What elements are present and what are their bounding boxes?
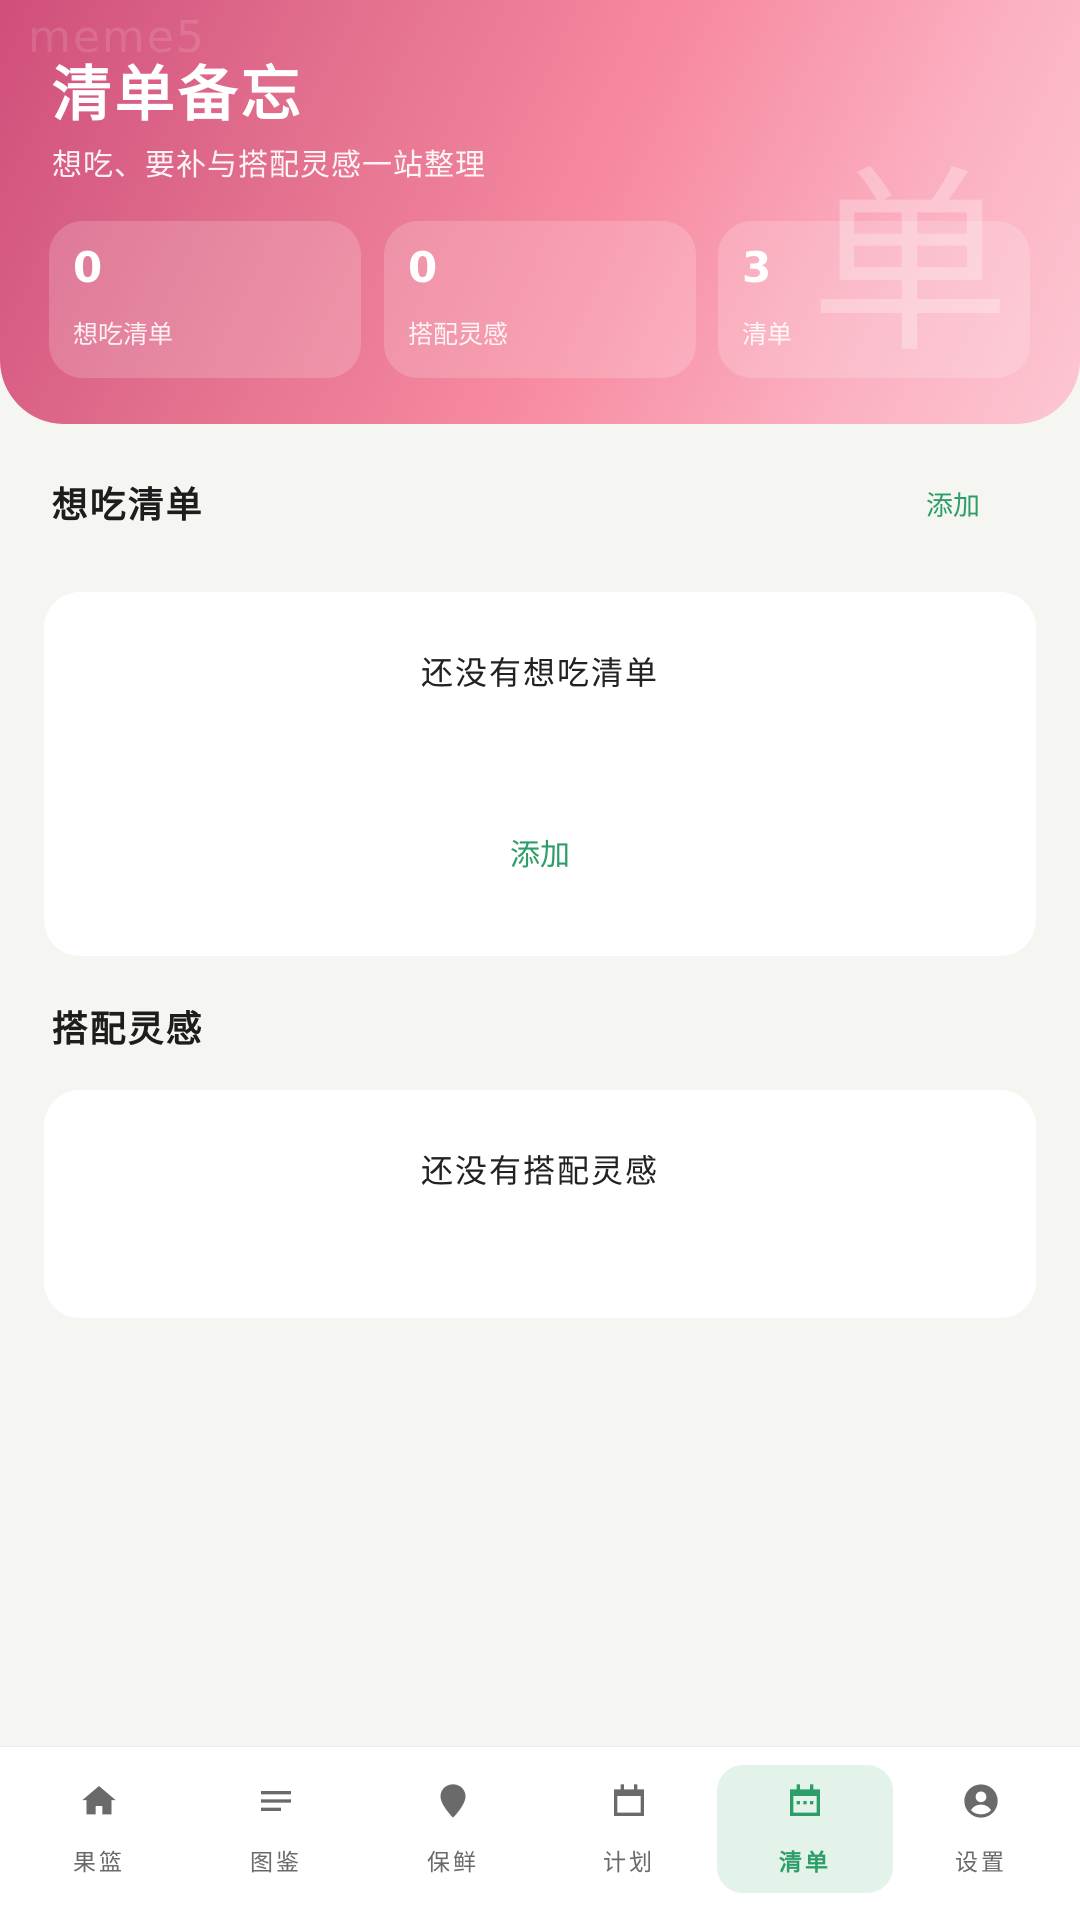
nav-label: 计划 (603, 1850, 655, 1876)
stat-label: 想吃清单 (73, 320, 174, 349)
stat-label: 搭配灵感 (408, 320, 509, 349)
nav-item-catalog[interactable]: 图鉴 (188, 1765, 364, 1893)
pairing-empty-text: 还没有搭配灵感 (420, 1152, 659, 1190)
page-title: 清单备忘 (52, 60, 304, 130)
stat-card-wishlist[interactable]: 0 想吃清单 (49, 221, 361, 378)
nav-item-freshness[interactable]: 保鲜 (365, 1765, 541, 1893)
nav-label: 清单 (779, 1850, 831, 1876)
wishlist-add-link[interactable]: 添加 (926, 484, 980, 523)
section-title-pairing: 搭配灵感 (52, 1009, 205, 1050)
nav-label: 图鉴 (250, 1850, 302, 1876)
nav-label: 果篮 (73, 1850, 125, 1876)
nav-item-list[interactable]: 清单 (717, 1765, 893, 1893)
home-icon (82, 1786, 116, 1815)
header-banner: meme5 单 清单备忘 想吃、要补与搭配灵感一站整理 0 想吃清单 0 搭配灵… (0, 0, 1080, 424)
stat-label: 清单 (742, 320, 793, 349)
nav-item-plan[interactable]: 计划 (541, 1765, 717, 1893)
app-screen: meme5 单 清单备忘 想吃、要补与搭配灵感一站整理 0 想吃清单 0 搭配灵… (0, 0, 1080, 1920)
stat-card-list[interactable]: 3 清单 (718, 221, 1030, 378)
pairing-empty-card: 还没有搭配灵感 (44, 1090, 1036, 1318)
location-pin-icon (440, 1784, 466, 1818)
section-title-wishlist: 想吃清单 (52, 485, 205, 526)
stat-value: 0 (73, 243, 103, 292)
list-lines-icon (261, 1791, 291, 1811)
stat-value: 0 (408, 243, 438, 292)
stat-value: 3 (742, 243, 772, 292)
calendar-dots-icon (790, 1784, 820, 1816)
nav-item-basket[interactable]: 果篮 (11, 1765, 187, 1893)
wishlist-empty-text: 还没有想吃清单 (420, 654, 659, 692)
nav-item-settings[interactable]: 设置 (893, 1765, 1069, 1893)
page-subtitle: 想吃、要补与搭配灵感一站整理 (52, 148, 486, 183)
wishlist-empty-card: 还没有想吃清单 添加 (44, 592, 1036, 956)
wishlist-empty-add-button[interactable]: 添加 (44, 830, 1036, 874)
bottom-navigation: 果篮 图鉴 保鲜 计划 清单 设置 (0, 1746, 1080, 1920)
stat-card-pairing[interactable]: 0 搭配灵感 (384, 221, 696, 378)
account-circle-icon (964, 1784, 998, 1818)
nav-label: 保鲜 (427, 1850, 479, 1876)
nav-label: 设置 (955, 1850, 1007, 1876)
calendar-icon (614, 1784, 644, 1816)
